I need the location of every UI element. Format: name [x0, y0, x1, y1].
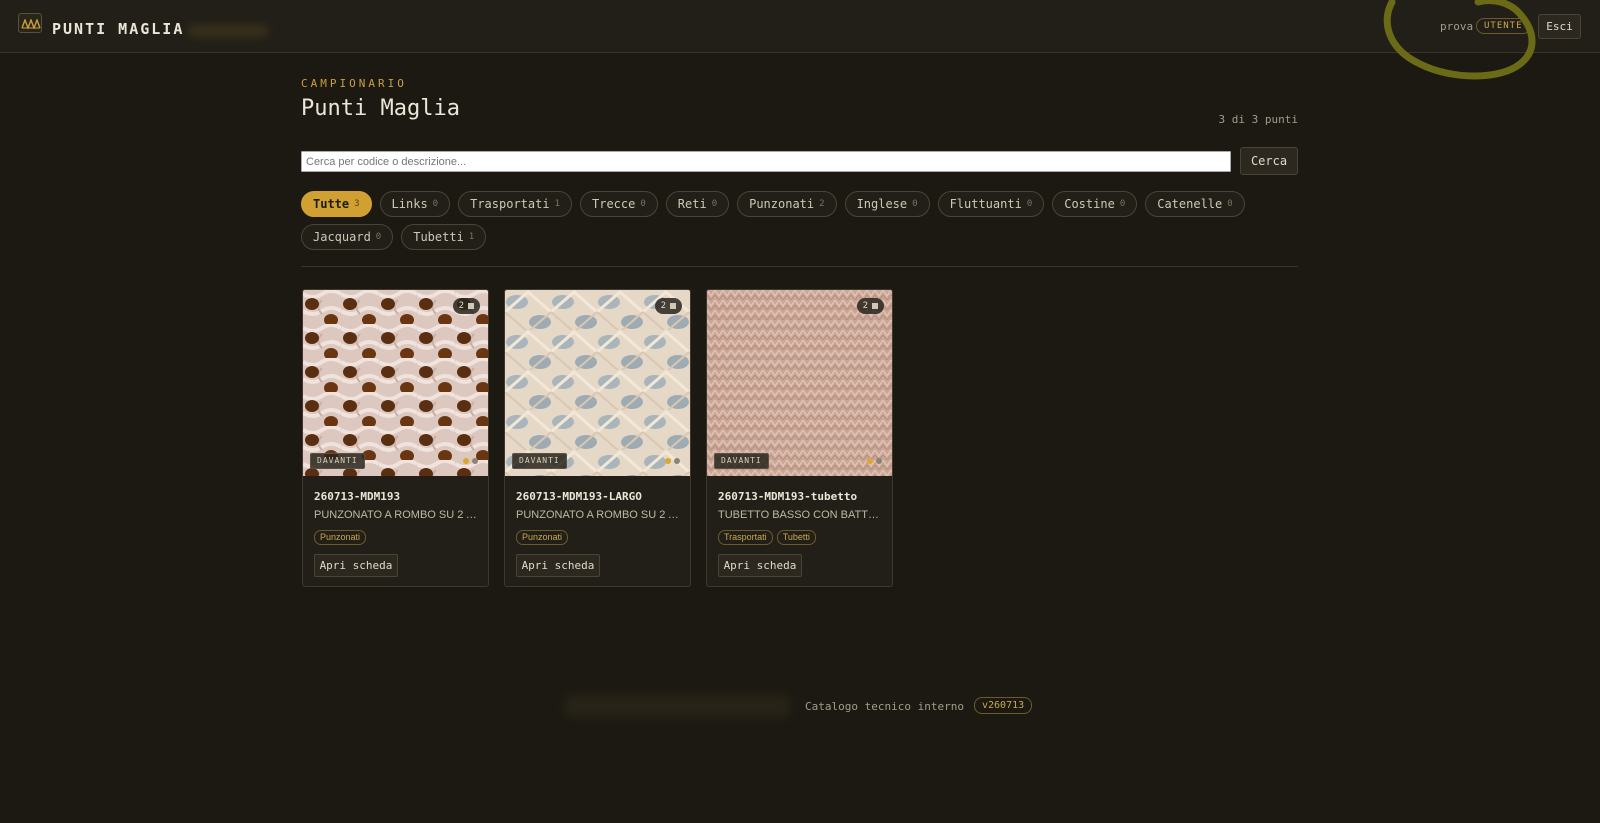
chip-count: 0	[432, 199, 439, 209]
chip-count: 0	[711, 199, 718, 209]
brand-name[interactable]: PUNTI MAGLIA	[52, 20, 184, 38]
knit-logo-icon	[18, 13, 42, 33]
stitch-card[interactable]: 2 DAVANTI 260713-MDM193-LARGO PUNZONATO …	[504, 289, 691, 587]
chip-label: Trecce	[592, 197, 636, 211]
top-bar: PUNTI MAGLIA prova UTENTE Esci	[0, 0, 1600, 53]
chip-label: Reti	[677, 197, 707, 211]
stitch-card[interactable]: 2 DAVANTI 260713-MDM193 PUNZONATO A ROMB…	[302, 289, 489, 587]
view-label: DAVANTI	[512, 453, 567, 469]
photo-count: 2	[862, 301, 868, 311]
stitch-photo[interactable]: 2 DAVANTI	[707, 290, 892, 476]
open-sheet-button[interactable]: Apri scheda	[516, 554, 600, 577]
tag-list: Punzonati	[314, 530, 367, 545]
photo-stack-icon	[670, 303, 676, 309]
dot-icon[interactable]	[674, 458, 680, 464]
photo-count-badge: 2	[452, 298, 480, 314]
filter-chip-inglese[interactable]: Inglese 0	[844, 191, 930, 217]
photo-dots[interactable]	[463, 458, 478, 464]
view-label: DAVANTI	[310, 453, 365, 469]
chip-label: Tubetti	[413, 230, 464, 244]
version-badge: v260713	[974, 697, 1033, 714]
chip-label: Costine	[1064, 197, 1115, 211]
category-tag: Punzonati	[516, 530, 569, 545]
stitch-description: TUBETTO BASSO CON BATTUTA RASATA	[718, 509, 883, 521]
filter-chip-trecce[interactable]: Trecce 0	[580, 191, 658, 217]
stitch-card[interactable]: 2 DAVANTI 260713-MDM193-tubetto TUBETTO …	[706, 289, 893, 587]
stitch-photo[interactable]: 2 DAVANTI	[505, 290, 690, 476]
logout-button[interactable]: Esci	[1538, 14, 1581, 39]
section-kicker: CAMPIONARIO	[301, 77, 407, 90]
open-sheet-button[interactable]: Apri scheda	[718, 554, 802, 577]
filter-chip-links[interactable]: Links 0	[379, 191, 451, 217]
chip-count: 0	[912, 199, 918, 209]
section-divider	[301, 266, 1298, 267]
chip-label: Inglese	[856, 197, 908, 211]
chip-label: Links	[391, 197, 428, 211]
filter-chip-fluttuanti[interactable]: Fluttuanti 0	[937, 191, 1045, 217]
stitch-code: 260713-MDM193	[314, 490, 401, 503]
filter-chip-reti[interactable]: Reti 0	[665, 191, 730, 217]
category-tag: Tubetti	[776, 530, 816, 545]
photo-count-badge: 2	[654, 298, 682, 314]
chip-label: Fluttuanti	[949, 197, 1022, 211]
chip-label: Tutte	[313, 197, 350, 211]
chip-label: Trasportati	[470, 197, 550, 211]
search-button[interactable]: Cerca	[1240, 147, 1298, 175]
chip-count: 1	[554, 199, 560, 209]
tag-list: Trasportati Tubetti	[718, 530, 816, 545]
footer-text: Catalogo tecnico interno	[805, 700, 964, 713]
photo-stack-icon	[468, 303, 474, 309]
photo-count: 2	[660, 301, 666, 311]
chip-count: 0	[1119, 199, 1126, 209]
chip-label: Jacquard	[313, 230, 371, 244]
stitch-code: 260713-MDM193-tubetto	[718, 490, 858, 503]
user-name: prova	[1440, 20, 1474, 33]
chip-count: 0	[1227, 199, 1233, 209]
photo-count-badge: 2	[856, 298, 884, 314]
category-tag: Trasportati	[718, 530, 773, 545]
filter-chip-catenelle[interactable]: Catenelle 0	[1145, 191, 1245, 217]
redacted-chip	[187, 24, 269, 38]
dot-icon[interactable]	[463, 458, 469, 464]
stitch-description: PUNZONATO A ROMBO SU 2 AGHI	[314, 509, 479, 521]
filter-chip-tubetti[interactable]: Tubetti 1	[401, 224, 487, 250]
photo-dots[interactable]	[867, 458, 882, 464]
photo-dots[interactable]	[665, 458, 680, 464]
open-sheet-button[interactable]: Apri scheda	[314, 554, 398, 577]
filter-chip-punzonati[interactable]: Punzonati 2	[737, 191, 837, 217]
dot-icon[interactable]	[472, 458, 478, 464]
tag-list: Punzonati	[516, 530, 569, 545]
dot-icon[interactable]	[876, 458, 882, 464]
photo-stack-icon	[872, 303, 878, 309]
filter-chip-tutte[interactable]: Tutte 3	[301, 191, 372, 217]
filter-chip-jacquard[interactable]: Jacquard 0	[301, 224, 394, 250]
role-badge: UTENTE	[1476, 18, 1531, 34]
chip-count: 2	[819, 199, 825, 209]
dot-icon[interactable]	[867, 458, 873, 464]
dot-icon[interactable]	[665, 458, 671, 464]
chip-count: 0	[1026, 199, 1033, 209]
chip-label: Punzonati	[749, 197, 815, 211]
stitch-code: 260713-MDM193-LARGO	[516, 490, 642, 503]
redacted-footer	[565, 695, 790, 717]
chip-count: 3	[354, 199, 360, 209]
search-input[interactable]	[301, 151, 1231, 172]
results-count: 3 di 3 punti	[1218, 113, 1298, 126]
category-tag: Punzonati	[314, 530, 367, 545]
category-filters: Tutte 3 Links 0 Trasportati 1 Trecce 0 R…	[301, 191, 1301, 250]
chip-label: Catenelle	[1157, 197, 1223, 211]
stitch-photo[interactable]: 2 DAVANTI	[303, 290, 488, 476]
page-title: Punti Maglia	[301, 96, 460, 121]
chip-count: 0	[375, 232, 382, 242]
filter-chip-costine[interactable]: Costine 0	[1052, 191, 1138, 217]
stitch-description: PUNZONATO A ROMBO SU 2 AGHI	[516, 509, 681, 521]
photo-count: 2	[458, 301, 464, 311]
chip-count: 0	[640, 199, 646, 209]
filter-chip-trasportati[interactable]: Trasportati 1	[458, 191, 572, 217]
chip-count: 1	[468, 232, 475, 242]
view-label: DAVANTI	[714, 453, 769, 469]
